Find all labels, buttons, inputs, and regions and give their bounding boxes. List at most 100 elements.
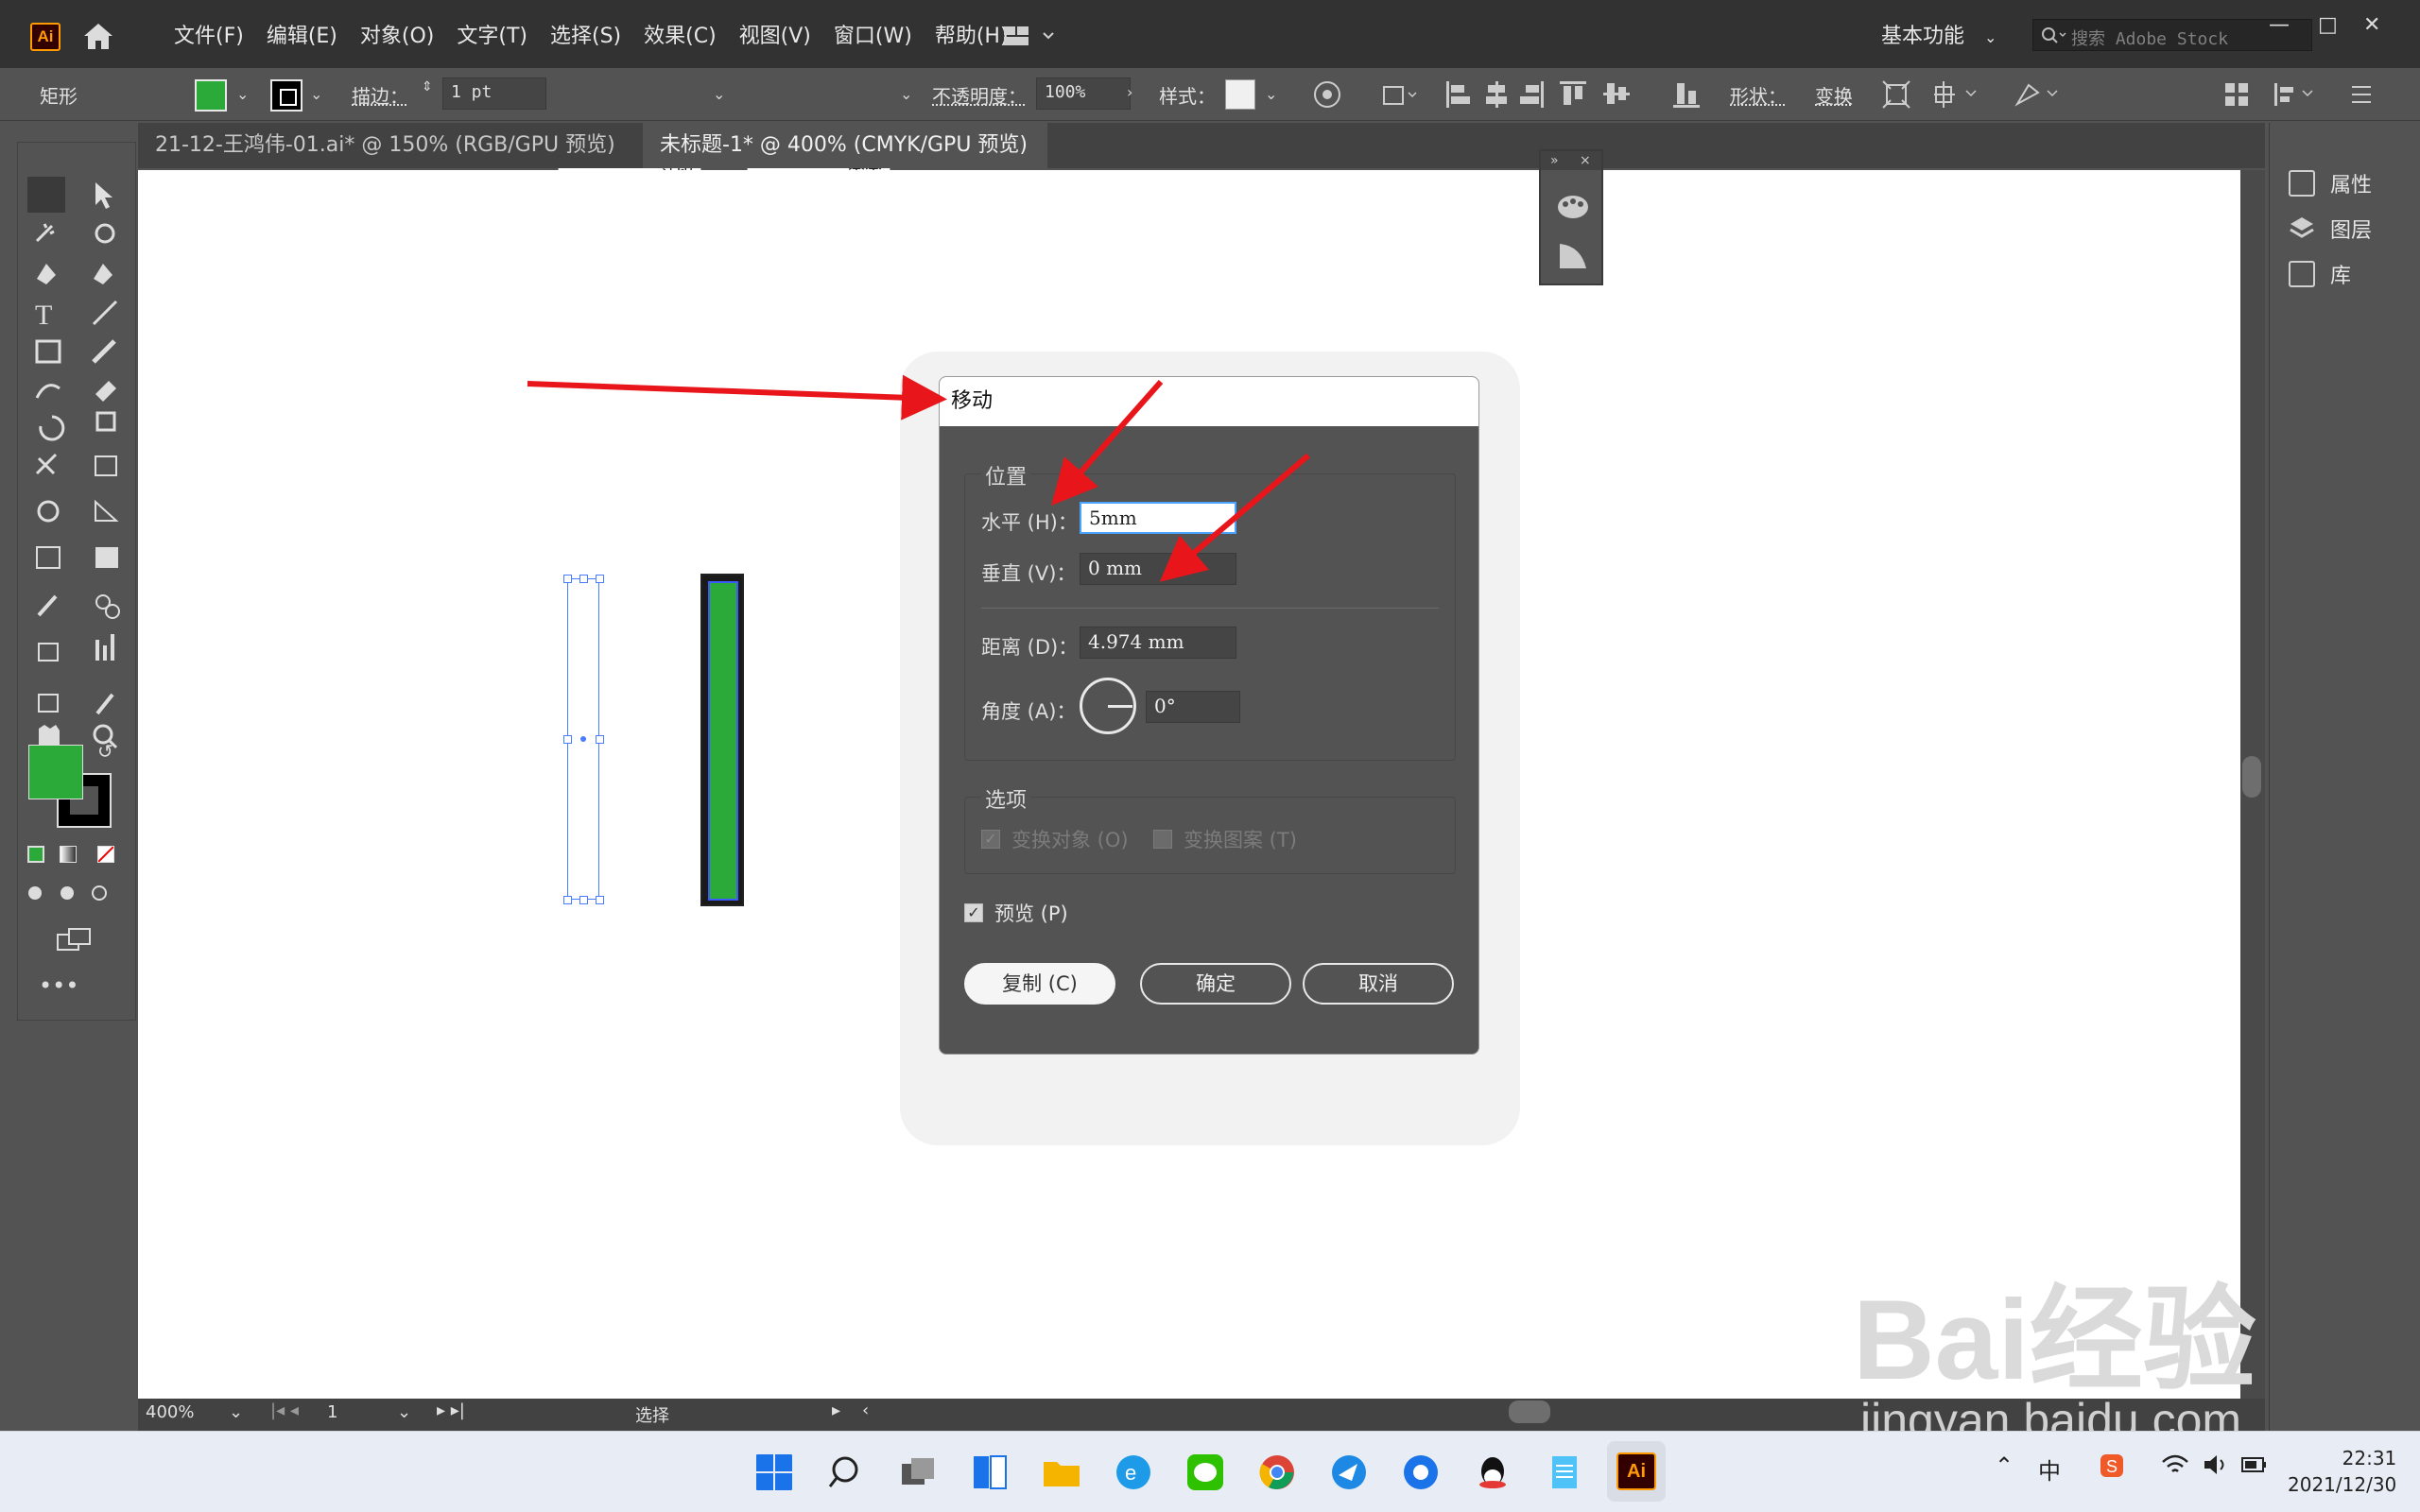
transform-patterns-checkbox[interactable]: 变换图案 (T) [1153, 825, 1297, 853]
eyedropper-tool[interactable] [27, 587, 65, 621]
first-page-icon[interactable]: |◂ ◂ [270, 1400, 299, 1420]
magic-wand-tool[interactable] [27, 218, 65, 252]
screen-mode-icon[interactable] [56, 927, 94, 954]
horizontal-scroll-thumb[interactable] [1509, 1400, 1550, 1423]
pen-tool[interactable] [27, 258, 65, 292]
distance-input[interactable]: 4.974 mm [1080, 627, 1236, 659]
minimize-button[interactable]: — [2269, 13, 2290, 37]
file-explorer-icon[interactable] [1042, 1452, 1081, 1492]
puppet-warp-icon[interactable] [1932, 79, 1985, 110]
system-clock[interactable]: 22:31 2021/12/30 [2288, 1445, 2396, 1498]
envelope-distort-icon[interactable] [2014, 79, 2066, 110]
rectangle-tool[interactable] [27, 337, 65, 371]
dialog-title[interactable]: 移动 [940, 377, 1478, 426]
panel-layers[interactable]: 图层 [2289, 214, 2372, 244]
home-icon[interactable] [81, 21, 115, 51]
floating-panel-header[interactable]: » × [1541, 151, 1601, 170]
taskbar-active-app[interactable]: Ai [1607, 1441, 1666, 1502]
curvature-tool[interactable] [84, 258, 122, 292]
align-buttons-icon[interactable] [1443, 77, 1632, 112]
column-graph-tool[interactable] [84, 628, 122, 662]
tab-document-2[interactable]: 未标题-1* @ 400% (CMYK/GPU 预览) × [643, 123, 1047, 202]
selection-handle[interactable] [579, 896, 588, 904]
isolate-icon[interactable] [1881, 79, 1911, 110]
wifi-icon[interactable] [2161, 1452, 2189, 1477]
warp-tool[interactable] [27, 456, 65, 490]
selection-handle[interactable] [579, 575, 588, 583]
vertical-input[interactable]: 0 mm [1080, 553, 1236, 585]
selection-handle[interactable] [563, 575, 572, 583]
line-segment-tool[interactable] [84, 298, 122, 332]
zoom-level[interactable]: 400% [146, 1402, 194, 1422]
ok-button[interactable]: 确定 [1140, 963, 1291, 1005]
opacity-arrow-icon[interactable]: › [1127, 83, 1132, 101]
stroke-label[interactable]: 描边： [352, 81, 408, 109]
search-icon[interactable] [826, 1452, 866, 1492]
drawing-modes-icon[interactable] [27, 884, 122, 902]
artboard-tool[interactable] [27, 681, 65, 715]
close-window-button[interactable]: ✕ [2363, 13, 2380, 37]
brush-chevron-icon[interactable]: ⌄ [900, 85, 912, 103]
page-chevron-icon[interactable]: ⌄ [397, 1402, 411, 1422]
horizontal-input[interactable]: 5mm [1080, 502, 1236, 534]
selection-tool[interactable] [27, 177, 65, 211]
style-chevron-icon[interactable]: ⌄ [1265, 85, 1277, 103]
widgets-icon[interactable] [970, 1452, 1010, 1492]
color-mode-icon[interactable] [27, 846, 44, 863]
sogou-input-icon[interactable]: S [2099, 1452, 2125, 1479]
paintbrush-tool[interactable] [84, 337, 122, 371]
notepad-icon[interactable] [1545, 1452, 1584, 1492]
tray-overflow-icon[interactable]: ⌃ [1995, 1452, 2014, 1479]
menu-type[interactable]: 文字(T) [445, 21, 539, 53]
opacity-label[interactable]: 不透明度： [932, 81, 1027, 109]
selection-handle[interactable] [563, 735, 572, 744]
menu-object[interactable]: 对象(O) [349, 21, 445, 53]
stroke-dropdown-chevron-icon[interactable]: ⌄ [310, 85, 322, 103]
free-transform-tool[interactable] [84, 456, 122, 490]
panel-libraries[interactable]: 库 [2289, 259, 2351, 289]
workspace-switcher[interactable]: 基本功能 ⌄ [1881, 21, 1996, 54]
lasso-tool[interactable] [84, 218, 122, 252]
fill-color-swatch[interactable] [195, 79, 227, 112]
volume-icon[interactable] [2203, 1452, 2231, 1477]
blend-tool[interactable] [84, 587, 122, 621]
tab-document-1[interactable]: 21-12-王鸿伟-01.ai* @ 150% (RGB/GPU 预览) × [138, 123, 639, 202]
selection-handle[interactable] [563, 896, 572, 904]
align-bottom-icon[interactable] [1669, 77, 1703, 112]
feishu-icon[interactable] [1329, 1452, 1369, 1492]
graphic-style-swatch[interactable] [1225, 79, 1255, 110]
zoom-chevron-icon[interactable]: ⌄ [229, 1402, 243, 1422]
gradient-tool[interactable] [84, 536, 122, 570]
angle-input[interactable]: 0° [1146, 691, 1240, 723]
selection-handle[interactable] [596, 896, 604, 904]
wechat-icon[interactable] [1185, 1452, 1225, 1492]
battery-icon[interactable] [2240, 1452, 2269, 1477]
gradient-mode-icon[interactable] [60, 846, 77, 863]
menu-window[interactable]: 窗口(W) [822, 21, 924, 53]
color-guide-icon[interactable] [1556, 193, 1590, 221]
green-rectangle[interactable] [700, 574, 744, 906]
selection-handle[interactable] [596, 575, 604, 583]
panel-menu-icon[interactable] [2348, 83, 2375, 106]
qq-icon[interactable] [1473, 1452, 1512, 1492]
edge-browser-icon[interactable]: e [1114, 1452, 1153, 1492]
maximize-button[interactable]: □ [2318, 13, 2338, 37]
cancel-button[interactable]: 取消 [1303, 963, 1454, 1005]
panel-properties[interactable]: 属性 [2289, 168, 2372, 198]
artboard-number[interactable]: 1 [327, 1402, 337, 1422]
type-tool[interactable] [27, 298, 65, 332]
transform-objects-checkbox[interactable]: ✓ 变换对象 (O) [981, 825, 1129, 853]
arrange-panel-icon[interactable] [2223, 81, 2252, 108]
ime-indicator[interactable]: 中 [2038, 1452, 2061, 1486]
vertical-scroll-thumb[interactable] [2242, 756, 2261, 798]
transparency-icon[interactable] [1558, 242, 1588, 270]
scroll-left-icon[interactable]: ‹ [862, 1400, 869, 1420]
copy-button[interactable]: 复制 (C) [964, 963, 1115, 1005]
distribute-icon[interactable] [2273, 81, 2320, 108]
stroke-weight-input[interactable]: 1 pt [442, 77, 546, 110]
shape-builder-tool[interactable] [27, 496, 65, 530]
chrome-icon[interactable] [1257, 1452, 1297, 1492]
swap-colors-icon[interactable]: ↺ [97, 740, 113, 763]
menu-file[interactable]: 文件(F) [163, 21, 255, 53]
align-to-icon[interactable] [1380, 79, 1418, 110]
